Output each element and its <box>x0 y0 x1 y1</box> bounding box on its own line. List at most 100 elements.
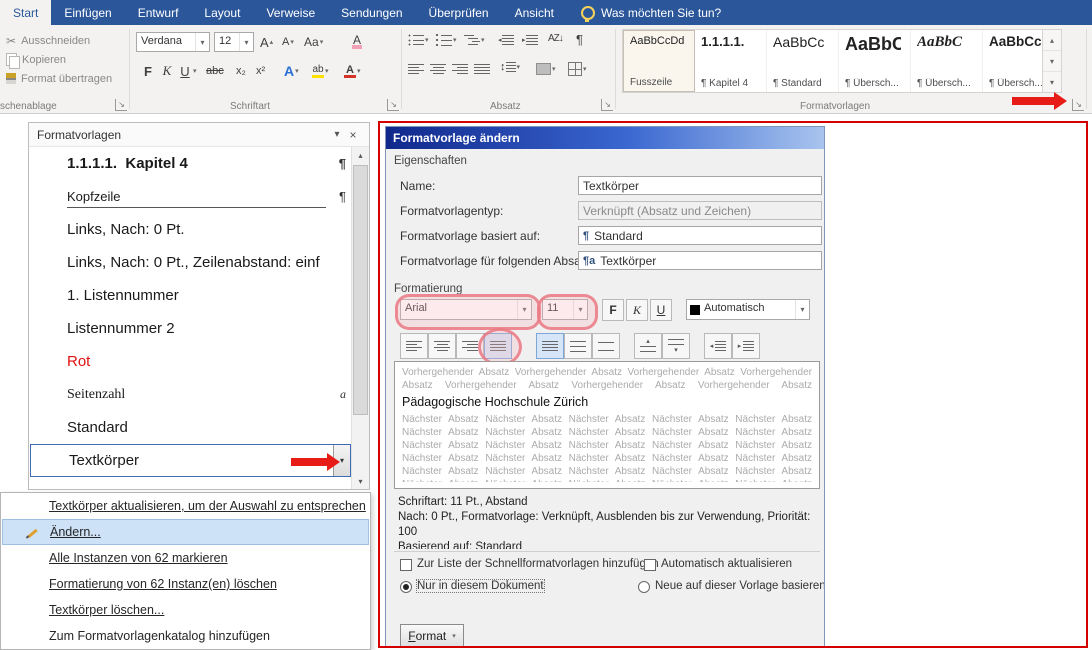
clipboard-dialog-launcher[interactable]: ↘ <box>115 99 127 111</box>
following-paragraph-combo[interactable]: ¶a Textkörper <box>578 251 822 270</box>
font-dialog-launcher[interactable]: ↘ <box>387 99 399 111</box>
line-spacing-button[interactable]: ↕▾ <box>500 61 520 73</box>
justify-button[interactable] <box>474 63 490 75</box>
scrollbar-up-icon[interactable]: ▴ <box>352 147 369 163</box>
dialog-increase-indent-button[interactable]: ▸ <box>732 333 760 359</box>
pilcrow-button[interactable]: ¶ <box>576 32 583 47</box>
change-case-button[interactable]: Aa▾ <box>304 33 323 51</box>
auto-update-checkbox-label[interactable]: Automatisch aktualisieren <box>661 558 792 570</box>
dialog-font-family-combo[interactable]: Arial ▾ <box>400 299 532 320</box>
tab-start[interactable]: Start <box>0 0 51 25</box>
menu-item-select-all-instances[interactable]: Alle Instanzen von 62 markieren <box>1 545 370 571</box>
grow-font-button[interactable]: A▴ <box>260 33 273 51</box>
pane-close-icon[interactable]: × <box>345 128 361 142</box>
tab-entwurf[interactable]: Entwurf <box>125 0 192 25</box>
menu-item-delete-style[interactable]: Textkörper löschen... <box>1 597 370 623</box>
font-family-combo[interactable]: Verdana ▾ <box>136 32 210 52</box>
dialog-justify-button[interactable] <box>484 333 512 359</box>
align-center-button[interactable] <box>430 63 446 75</box>
tab-ansicht[interactable]: Ansicht <box>502 0 567 25</box>
based-on-combo[interactable]: ¶ Standard <box>578 226 822 245</box>
menu-item-update-to-match[interactable]: Textkörper aktualisieren, um der Auswahl… <box>1 493 370 519</box>
gallery-item-ueberschrift-1[interactable]: AaBbC ¶ Übersch... <box>839 30 911 92</box>
style-item-standard[interactable]: Standard <box>29 411 352 444</box>
gallery-item-fusszeile[interactable]: AaBbCcDd Fusszeile <box>623 30 695 92</box>
dialog-font-size-combo[interactable]: 11 ▾ <box>542 299 588 320</box>
dialog-align-center-button[interactable] <box>428 333 456 359</box>
format-menu-button[interactable]: Format ▾ <box>400 624 464 648</box>
style-item-listennummer[interactable]: 1. Listennummer <box>29 279 352 312</box>
new-documents-label[interactable]: Neue auf dieser Vorlage basierende Dokum… <box>655 580 825 592</box>
text-highlight-button[interactable]: ab▾ <box>312 61 329 81</box>
quick-styles-checkbox[interactable] <box>400 559 412 571</box>
font-size-combo[interactable]: 12 ▾ <box>214 32 254 52</box>
align-left-button[interactable] <box>408 63 424 75</box>
style-item-kopfzeile[interactable]: Kopfzeile ¶ <box>29 180 352 213</box>
menu-item-modify[interactable]: Ändern... <box>2 519 369 545</box>
dialog-font-color-combo[interactable]: Automatisch ▾ <box>686 299 810 320</box>
strikethrough-button[interactable]: abc <box>206 62 224 80</box>
text-effects-button[interactable]: A▾ <box>284 61 299 81</box>
style-item-rot[interactable]: Rot <box>29 345 352 378</box>
bold-button[interactable]: F <box>140 61 156 81</box>
style-item-links-nach-zeilenabstand[interactable]: Links, Nach: 0 Pt., Zeilenabstand: einf <box>29 246 352 279</box>
subscript-button[interactable]: x₂ <box>236 62 246 80</box>
pane-scrollbar[interactable]: ▴ ▾ <box>351 147 369 489</box>
decrease-indent-button[interactable]: ◂ <box>498 34 514 46</box>
style-item-listennummer-2[interactable]: Listennummer 2 <box>29 312 352 345</box>
superscript-button[interactable]: x² <box>256 62 265 80</box>
style-item-links-nach[interactable]: Links, Nach: 0 Pt. <box>29 213 352 246</box>
italic-button[interactable]: K <box>160 61 174 81</box>
dialog-align-right-button[interactable] <box>456 333 484 359</box>
menu-item-clear-formatting[interactable]: Formatierung von 62 Instanz(en) löschen <box>1 571 370 597</box>
font-color-button[interactable]: A▾ <box>344 61 361 81</box>
increase-paragraph-spacing-button[interactable]: ▴ <box>634 333 662 359</box>
name-field[interactable]: Textkörper <box>578 176 822 195</box>
chevron-down-icon[interactable]: ▾ <box>795 300 809 319</box>
gallery-scroll-down[interactable]: ▾ <box>1043 51 1061 72</box>
scrollbar-thumb[interactable] <box>353 165 368 415</box>
chevron-down-icon[interactable]: ▾ <box>195 33 209 51</box>
dialog-align-left-button[interactable] <box>400 333 428 359</box>
only-this-document-label[interactable]: Nur in diesem Dokument <box>417 580 544 592</box>
dialog-bold-button[interactable]: F <box>602 299 624 321</box>
borders-button[interactable]: ▾ <box>568 62 587 76</box>
style-item-seitenzahl[interactable]: Seitenzahl a <box>29 378 352 411</box>
shading-button[interactable]: ▾ <box>536 63 556 75</box>
styles-dialog-launcher[interactable]: ↘ <box>1072 99 1084 111</box>
quick-styles-checkbox-label[interactable]: Zur Liste der Schnellformatvorlagen hinz… <box>417 558 659 570</box>
chevron-down-icon[interactable]: ▾ <box>517 300 531 319</box>
clear-formatting-button[interactable]: A <box>352 33 362 51</box>
chevron-down-icon[interactable]: ▾ <box>193 67 197 75</box>
decrease-paragraph-spacing-button[interactable]: ▾ <box>662 333 690 359</box>
menu-item-add-to-gallery[interactable]: Zum Formatvorlagenkatalog hinzufügen <box>1 623 370 649</box>
chevron-down-icon[interactable]: ▾ <box>573 300 587 319</box>
gallery-item-standard[interactable]: AaBbCc ¶ Standard <box>767 30 839 92</box>
sort-button[interactable]: AZ↓ <box>548 33 563 44</box>
tab-einfuegen[interactable]: Einfügen <box>51 0 124 25</box>
double-spacing-button[interactable] <box>592 333 620 359</box>
scrollbar-down-icon[interactable]: ▾ <box>352 473 369 489</box>
style-item-kapitel4[interactable]: 1.1.1.1. Kapitel 4 ¶ <box>29 147 352 180</box>
auto-update-checkbox[interactable] <box>644 559 656 571</box>
tab-verweise[interactable]: Verweise <box>253 0 328 25</box>
dialog-underline-button[interactable]: U <box>650 299 672 321</box>
format-painter-button[interactable]: Format übertragen <box>6 70 112 87</box>
align-right-button[interactable] <box>452 63 468 75</box>
gallery-item-kapitel4[interactable]: 1.1.1.1. ¶ Kapitel 4 <box>695 30 767 92</box>
chevron-down-icon[interactable]: ▾ <box>239 33 253 51</box>
gallery-scroll-up[interactable]: ▴ <box>1043 30 1061 51</box>
copy-button[interactable]: Kopieren <box>6 51 66 68</box>
multilevel-list-button[interactable]: ▾ <box>464 34 485 46</box>
gallery-item-ueberschrift-2[interactable]: AaBbC ¶ Übersch... <box>911 30 983 92</box>
cut-button[interactable]: ✂ Ausschneiden <box>6 32 90 49</box>
one-half-spacing-button[interactable] <box>564 333 592 359</box>
single-spacing-button[interactable] <box>536 333 564 359</box>
paragraph-dialog-launcher[interactable]: ↘ <box>601 99 613 111</box>
tab-layout[interactable]: Layout <box>191 0 253 25</box>
underline-button[interactable]: U <box>178 61 192 81</box>
only-this-document-radio[interactable] <box>400 581 412 593</box>
new-documents-radio[interactable] <box>638 581 650 593</box>
pane-dropdown-icon[interactable]: ▾ <box>329 129 345 140</box>
dialog-italic-button[interactable]: K <box>626 299 648 321</box>
